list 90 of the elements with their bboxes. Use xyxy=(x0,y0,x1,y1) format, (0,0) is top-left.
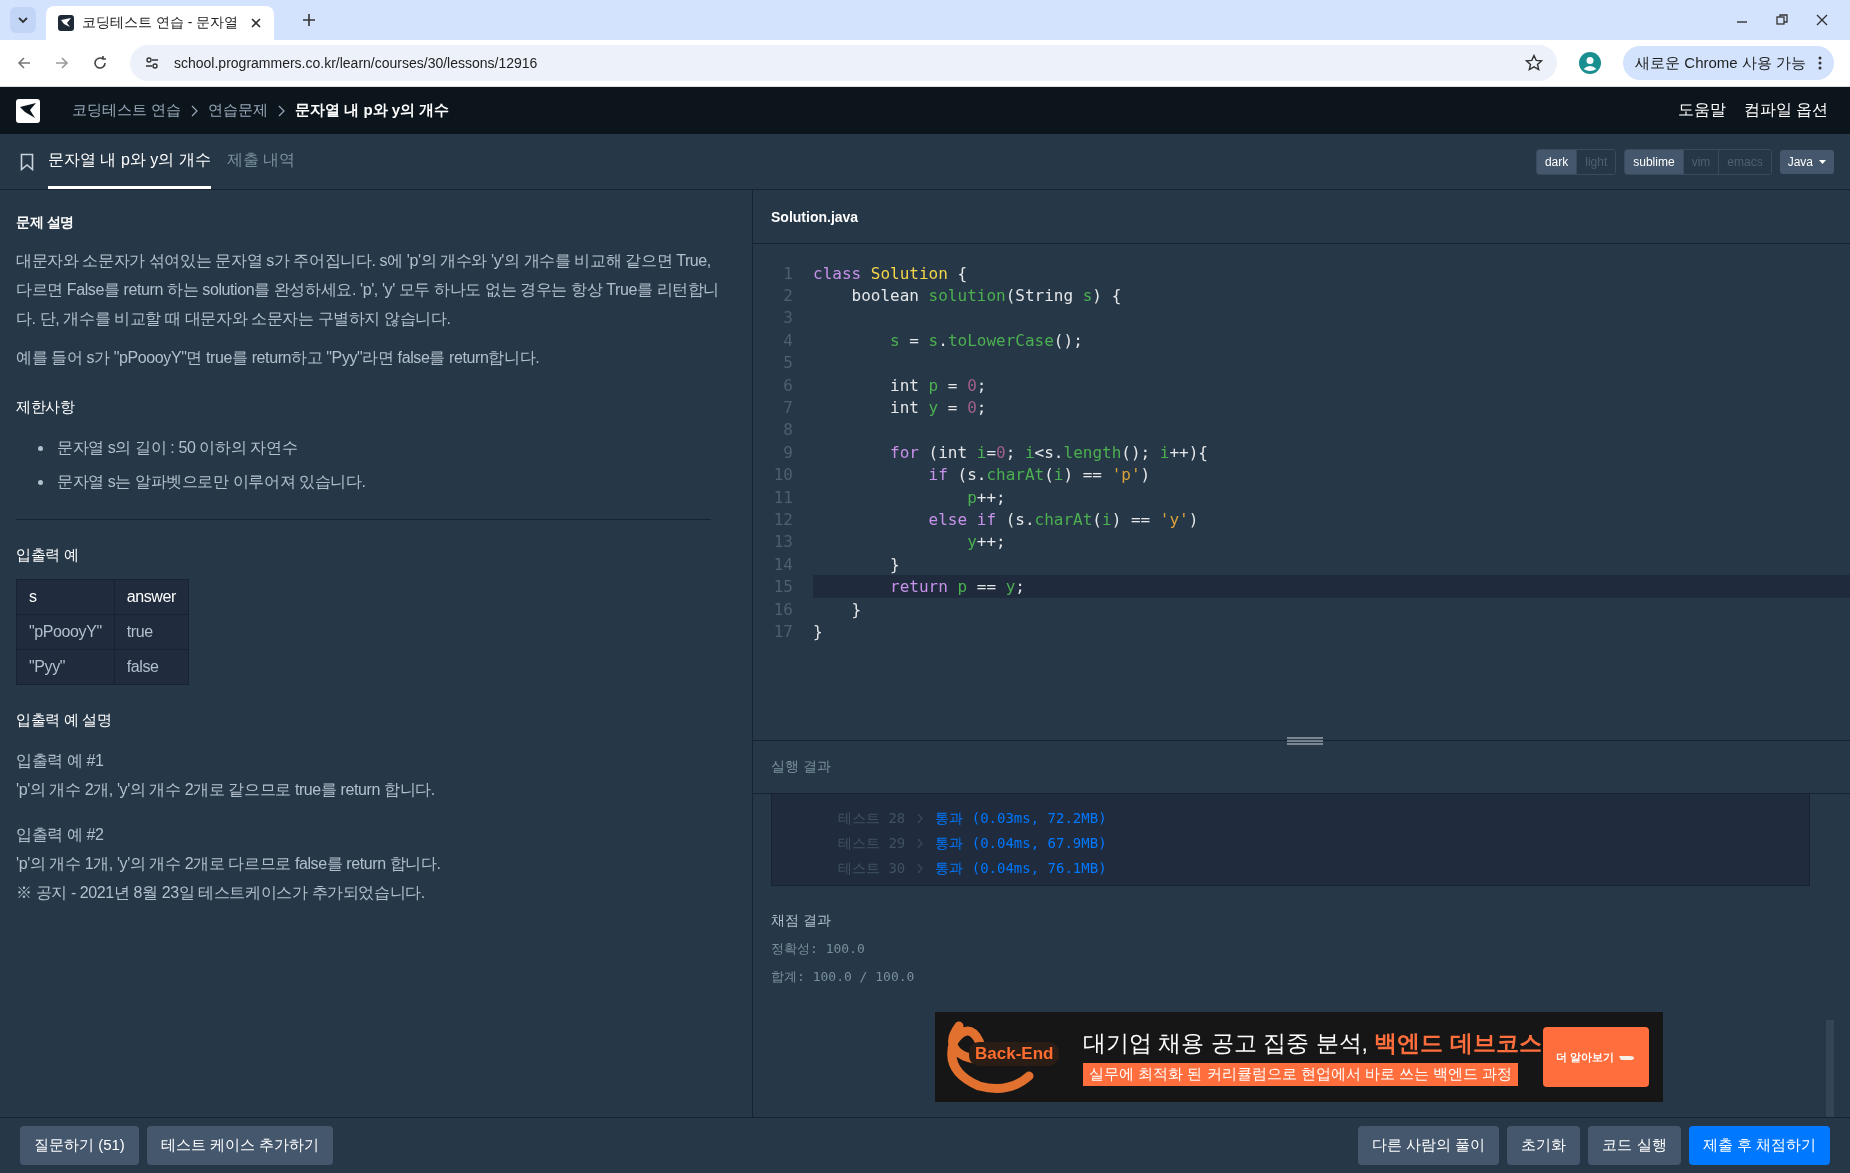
example-explanation: 'p'의 개수 1개, 'y'의 개수 2개로 다르므로 false를 return 합니다. xyxy=(16,854,442,874)
theme-toggle[interactable]: dark xyxy=(1536,149,1577,174)
constraint-text: 문자열 s는 알파벳으로만 이루어져 있습니다. xyxy=(57,471,366,492)
keymap-toggle[interactable]: sublime xyxy=(1625,149,1683,174)
close-icon[interactable] xyxy=(1816,14,1828,26)
resize-grip-icon[interactable] xyxy=(1287,737,1323,745)
section-heading: 문제 설명 xyxy=(16,214,75,232)
notice-text: ※ 공지 - 2021년 8월 23일 테스트케이스가 추가되었습니다. xyxy=(16,883,426,903)
table-cell: false xyxy=(114,649,189,685)
code-line: } xyxy=(889,554,900,574)
code-line: } xyxy=(850,599,862,619)
action-button[interactable]: 다른 사람의 풀이 xyxy=(1358,1126,1500,1165)
code-line: boolean solution(String s) { xyxy=(850,286,1122,306)
score-title: 채점 결과 xyxy=(771,912,832,930)
code-line: return p == y; xyxy=(889,577,1025,597)
action-button[interactable]: 테스트 케이스 추가하기 xyxy=(146,1126,334,1165)
problem-tab[interactable]: 제출 내역 xyxy=(226,134,296,189)
ad-logo-text: Back-End xyxy=(969,1042,1060,1066)
description-paragraph: 대문자와 소문자가 섞여있는 문자열 s가 주어집니다. s에 'p'의 개수와 'y'의 개수를 비교해 같으면 True, 다르면 False를 return 하는 solution를 완성하세요. 'p', 'y' 모두 하나도 없는 경우는 항상 True를 리턴합니다. 단, 개수를 비교할 때 대문자와 소문자는 구별하지 않습니다. xyxy=(16,251,721,329)
code-line: int p = 0; xyxy=(889,375,987,395)
current-page-title: 문자열 내 p와 y의 개수 xyxy=(295,101,450,120)
table-header-cell: s xyxy=(16,579,115,615)
chevron-right-icon xyxy=(191,104,199,117)
action-button[interactable]: 초기화 xyxy=(1507,1126,1581,1165)
chevron-right-icon xyxy=(278,104,286,117)
score-line: 합계: 100.0 / 100.0 xyxy=(771,968,916,986)
site-logo-icon xyxy=(58,15,74,31)
site-settings-icon[interactable] xyxy=(144,55,160,71)
code-line: } xyxy=(813,621,823,641)
table-cell: true xyxy=(114,614,189,650)
profile-avatar-icon[interactable] xyxy=(1579,52,1602,74)
browser-tab[interactable]: 코딩테스트 연습 - 문자열 xyxy=(46,6,274,40)
example-explanation: 'p'의 개수 2개, 'y'의 개수 2개로 같으므로 true를 return 합니다. xyxy=(16,780,436,800)
more-icon xyxy=(1818,56,1822,70)
test-result: 통과 (0.03ms, 72.2MB) xyxy=(935,809,1107,828)
description-paragraph: 예를 들어 s가 "pPoooyY"면 true를 return하고 "Pyy"라면 false를 return합니다. xyxy=(16,348,541,368)
restore-icon[interactable] xyxy=(1776,14,1788,26)
table-header-cell: answer xyxy=(114,579,189,615)
example-title: 입출력 예 #1 xyxy=(16,751,105,771)
code-line: int y = 0; xyxy=(889,398,987,418)
bookmark-star-icon[interactable] xyxy=(1525,54,1544,72)
action-button[interactable]: 코드 실행 xyxy=(1588,1126,1681,1165)
code-line: class Solution { xyxy=(813,263,968,283)
code-line: if (s.charAt(i) == 'p') xyxy=(927,465,1151,485)
file-name: Solution.java xyxy=(771,208,859,225)
constraint-text: 문자열 s의 길이 : 50 이하의 자연수 xyxy=(57,437,298,458)
nav-link[interactable]: 도움말 xyxy=(1677,100,1726,121)
ad-headline: 대기업 채용 공고 집중 분석, 백엔드 데브코스 xyxy=(1083,1029,1543,1058)
code-line: s = s.toLowerCase(); xyxy=(889,330,1083,350)
ad-subline: 실무에 최적화 된 커리큘럼으로 현업에서 바로 쓰는 백엔드 과정 xyxy=(1083,1063,1519,1086)
test-result: 통과 (0.04ms, 76.1MB) xyxy=(935,859,1107,878)
code-line: for (int i=0; i<s.length(); i++){ xyxy=(889,442,1208,462)
section-heading: 입출력 예 설명 xyxy=(16,711,113,730)
code-line: p++; xyxy=(966,487,1006,507)
scrollbar[interactable] xyxy=(1826,1020,1834,1117)
new-tab-icon[interactable] xyxy=(302,13,316,27)
bullet-icon xyxy=(38,445,43,451)
forward-icon[interactable] xyxy=(54,55,70,71)
reload-icon[interactable] xyxy=(92,55,108,71)
site-logo-icon[interactable] xyxy=(16,98,40,123)
update-chrome-button[interactable]: 새로운 Chrome 사용 가능 xyxy=(1623,46,1834,80)
test-result: 통과 (0.04ms, 67.9MB) xyxy=(935,834,1107,853)
score-line: 정확성: 100.0 xyxy=(771,940,866,958)
chevron-right-icon xyxy=(917,838,924,849)
language-dropdown[interactable]: Java xyxy=(1779,149,1834,174)
chevron-right-icon xyxy=(917,813,924,824)
submit-button[interactable]: 제출 후 채점하기 xyxy=(1688,1126,1830,1165)
results-title: 실행 결과 xyxy=(771,758,831,776)
tab-title: 코딩테스트 연습 - 문자열 xyxy=(82,14,240,32)
section-heading: 제한사항 xyxy=(16,398,76,417)
bullet-icon xyxy=(38,479,43,485)
code-line: y++; xyxy=(966,532,1006,552)
close-icon[interactable] xyxy=(250,17,262,29)
tab-list-icon[interactable] xyxy=(10,7,36,33)
ad-banner[interactable]: Back-End 대기업 채용 공고 집중 분석, 백엔드 데브코스 실무에 최적화 된 커리큘럼으로 현업에서 바로 쓰는 백엔드 과정 더 알아보기 xyxy=(935,1012,1663,1102)
breadcrumb-link[interactable]: 연습문제 xyxy=(208,101,269,120)
back-icon[interactable] xyxy=(16,55,32,71)
breadcrumb-link[interactable]: 코딩테스트 연습 xyxy=(72,101,182,120)
table-cell: "pPoooyY" xyxy=(16,614,115,650)
table-cell: "Pyy" xyxy=(16,649,115,685)
address-field[interactable]: school.programmers.co.kr/learn/courses/30/lessons/12916 xyxy=(130,45,1558,81)
code-line: else if (s.charAt(i) == 'y') xyxy=(927,510,1199,529)
example-title: 입출력 예 #2 xyxy=(16,825,105,845)
chevron-right-icon xyxy=(917,863,924,874)
problem-tab[interactable]: 문자열 내 p와 y의 개수 xyxy=(48,134,211,189)
action-button[interactable]: 질문하기 (51) xyxy=(20,1126,139,1165)
bookmark-icon[interactable] xyxy=(20,152,34,171)
caret-icon xyxy=(1819,159,1826,164)
section-heading: 입출력 예 xyxy=(16,546,80,565)
nav-link[interactable]: 컴파일 옵션 xyxy=(1743,100,1828,121)
